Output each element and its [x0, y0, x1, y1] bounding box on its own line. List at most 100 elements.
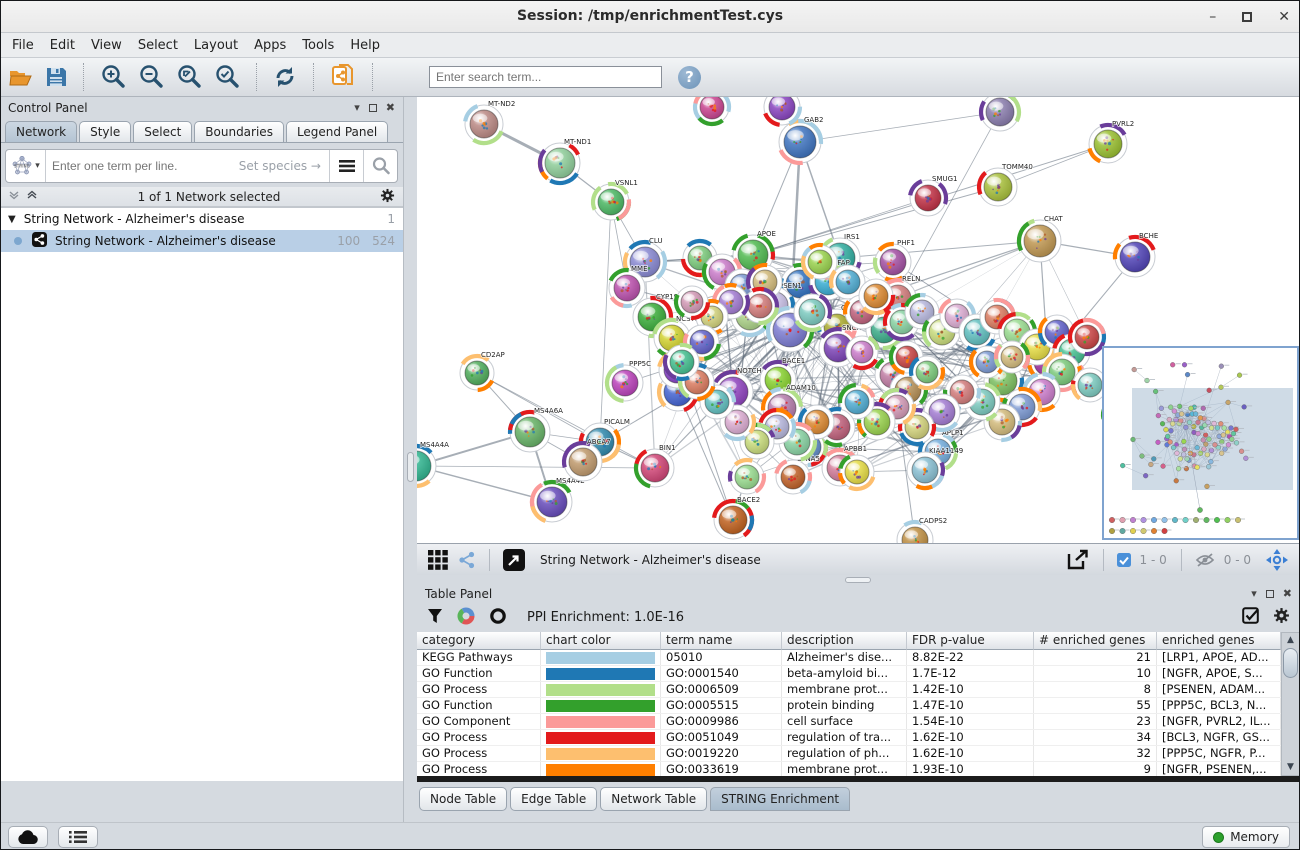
table-vertical-scrollbar[interactable]: ▲ ▼ [1281, 632, 1300, 776]
splitter-grip[interactable] [407, 452, 414, 482]
network-node[interactable]: MS4A4E [532, 477, 585, 522]
table-row[interactable]: GO ProcessGO:0006509membrane prot...1.42… [417, 682, 1281, 698]
network-node[interactable]: TOMM40 [979, 163, 1033, 206]
network-row[interactable]: String Network - Alzheimer's disease 100… [0, 230, 403, 252]
network-node[interactable] [794, 294, 830, 330]
network-node[interactable]: BIN1 [636, 444, 676, 487]
network-node[interactable]: MT-ND1 [540, 138, 591, 183]
network-node[interactable] [846, 336, 878, 368]
network-node[interactable]: MS4A4A [417, 441, 449, 486]
zoom-fit-icon[interactable] [175, 63, 203, 91]
panel-float-icon[interactable] [369, 104, 377, 112]
network-node[interactable] [764, 97, 800, 125]
vertical-splitter[interactable] [404, 97, 417, 822]
zoom-out-icon[interactable] [137, 63, 165, 91]
open-external-icon[interactable] [503, 549, 525, 571]
scrollbar-thumb[interactable] [1283, 648, 1298, 678]
tab-network-table[interactable]: Network Table [600, 787, 707, 811]
column-header-FDR-p-value[interactable]: FDR p-value [907, 632, 1034, 650]
network-node[interactable] [911, 356, 943, 388]
column-header-description[interactable]: description [782, 632, 907, 650]
gear-icon[interactable] [380, 188, 395, 206]
column-header-chart-color[interactable]: chart color [541, 632, 661, 650]
menu-file[interactable]: File [4, 35, 42, 56]
network-node[interactable]: SMUG1 [910, 175, 957, 216]
filter-icon[interactable] [427, 608, 443, 627]
network-node[interactable]: BACE2 [714, 496, 760, 539]
maximize-button[interactable] [1242, 12, 1252, 22]
collapse-all-icon[interactable] [8, 189, 20, 204]
tree-expand-icon[interactable]: ▼ [8, 214, 16, 225]
ring-chart-icon[interactable] [489, 607, 507, 628]
hidden-eye-icon[interactable] [1195, 552, 1215, 568]
horizontal-splitter[interactable] [417, 575, 1300, 585]
menu-help[interactable]: Help [342, 35, 388, 56]
string-term-input[interactable] [46, 159, 239, 173]
network-node[interactable] [676, 286, 708, 318]
table-row[interactable]: GO ProcessGO:0019220regulation of ph...1… [417, 746, 1281, 762]
network-node[interactable] [665, 345, 699, 379]
refresh-icon[interactable] [272, 64, 298, 90]
memory-button[interactable]: Memory [1202, 826, 1290, 848]
panel-menu-icon[interactable]: ▾ [354, 101, 360, 114]
tab-select[interactable]: Select [133, 121, 192, 142]
copy-network-icon[interactable] [329, 63, 357, 91]
menu-tools[interactable]: Tools [294, 35, 342, 56]
network-node[interactable] [730, 460, 764, 494]
table-horizontal-scrollbar[interactable] [417, 776, 1300, 782]
selected-checkbox-icon[interactable] [1117, 553, 1131, 567]
menu-edit[interactable]: Edit [42, 35, 83, 56]
table-row[interactable]: GO FunctionGO:0001540beta-amyloid bi...1… [417, 666, 1281, 682]
network-node[interactable]: MS4A6A [510, 407, 563, 452]
minimize-button[interactable]: – [1209, 9, 1216, 25]
table-row[interactable]: GO ComponentGO:0009986cell surface1.54E-… [417, 714, 1281, 730]
network-node[interactable]: ADAMTS2 [981, 97, 1038, 131]
grid-view-icon[interactable] [428, 550, 448, 570]
menu-select[interactable]: Select [130, 35, 186, 56]
column-header-term-name[interactable]: term name [661, 632, 782, 650]
tab-style[interactable]: Style [79, 121, 131, 142]
network-node[interactable]: PHF1 [875, 239, 915, 280]
network-node[interactable]: KIAA1149 [907, 447, 963, 488]
splitter-grip[interactable] [845, 577, 871, 583]
network-node[interactable] [695, 97, 729, 124]
network-node[interactable] [859, 279, 893, 313]
scroll-down-icon[interactable]: ▼ [1287, 760, 1294, 775]
network-node[interactable]: PPP5C [607, 360, 651, 401]
birds-eye-view[interactable] [1102, 346, 1299, 540]
gear-icon[interactable] [1273, 607, 1290, 627]
string-logo-dropdown[interactable]: STRING ▾ [6, 150, 46, 182]
tab-edge-table[interactable]: Edge Table [510, 787, 597, 811]
tab-network[interactable]: Network [5, 121, 77, 142]
export-view-icon[interactable] [1066, 549, 1090, 571]
open-folder-icon[interactable] [8, 65, 34, 89]
pan-compass-icon[interactable] [1265, 548, 1289, 572]
menu-layout[interactable]: Layout [186, 35, 246, 56]
panel-close-icon[interactable]: ✖ [1283, 587, 1292, 600]
table-row[interactable]: GO FunctionGO:0005515protein binding1.47… [417, 698, 1281, 714]
cloud-button[interactable] [8, 826, 48, 848]
tab-boundaries[interactable]: Boundaries [194, 121, 284, 142]
select-checkbox-icon[interactable] [1242, 607, 1259, 627]
expand-all-icon[interactable] [26, 189, 38, 204]
save-icon[interactable] [44, 65, 68, 89]
pie-chart-icon[interactable] [457, 607, 475, 628]
network-node[interactable]: MME [609, 265, 648, 306]
table-row[interactable]: KEGG Pathways05010Alzheimer's dise...8.8… [417, 650, 1281, 666]
help-icon[interactable]: ? [678, 66, 701, 89]
panel-close-icon[interactable]: ✖ [386, 101, 395, 114]
network-node[interactable] [840, 455, 874, 489]
minimap-viewport[interactable] [1132, 388, 1293, 490]
column-header-category[interactable]: category [417, 632, 541, 650]
table-row[interactable]: GO ProcessGO:0033619membrane prot...1.93… [417, 762, 1281, 776]
network-node[interactable]: PVRL2 [1089, 120, 1134, 163]
tab-string-enrichment[interactable]: STRING Enrichment [710, 787, 850, 811]
search-input[interactable] [429, 66, 662, 88]
network-node[interactable] [1070, 320, 1104, 354]
string-options-icon[interactable] [329, 150, 363, 182]
panel-float-icon[interactable] [1266, 590, 1274, 598]
panel-menu-icon[interactable]: ▾ [1251, 587, 1257, 600]
zoom-selected-icon[interactable] [213, 63, 241, 91]
column-header--enriched-genes[interactable]: # enriched genes [1034, 632, 1157, 650]
network-node[interactable] [996, 341, 1028, 373]
